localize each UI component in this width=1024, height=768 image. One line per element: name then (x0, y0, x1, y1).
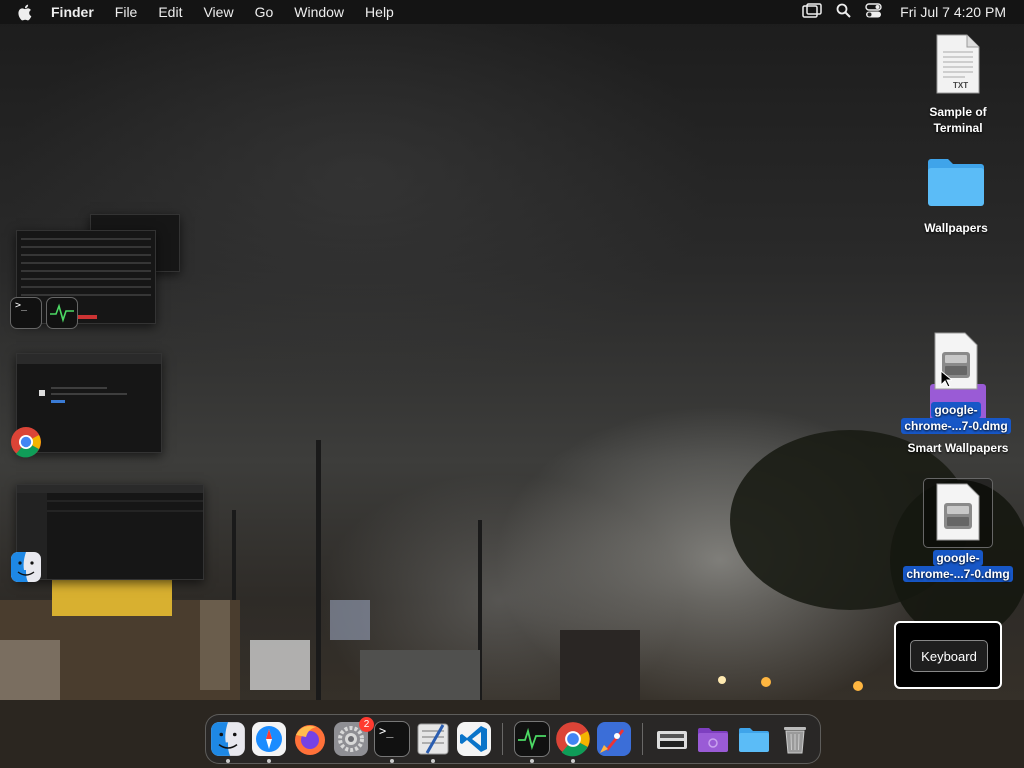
desktop-item-label: Wallpapers (924, 221, 988, 235)
folder-icon (925, 156, 987, 208)
running-indicator (571, 759, 575, 763)
running-indicator (226, 759, 230, 763)
window-thumbnail (16, 484, 204, 580)
mouse-cursor-icon (940, 369, 954, 391)
terminal-icon[interactable]: >_ (374, 721, 410, 757)
running-indicator (431, 759, 435, 763)
file-type-badge: TXT (953, 81, 969, 90)
dock: 2 >_ (205, 714, 821, 764)
chrome-icon[interactable] (555, 721, 591, 757)
menu-bar: Finder File Edit View Go Window Help Fri… (0, 0, 1024, 24)
desktop-item-google-chrome-dmg[interactable]: google- chrome-...7-0.dmg (896, 332, 1016, 434)
screen-mirroring-icon[interactable] (802, 3, 822, 21)
activity-monitor-icon[interactable] (514, 721, 550, 757)
desktop-item-label: Smart Wallpapers (907, 441, 1009, 455)
menu-window[interactable]: Window (294, 4, 344, 20)
running-indicator (530, 759, 534, 763)
dock-separator (502, 723, 503, 755)
script-editor-icon[interactable] (415, 721, 451, 757)
running-indicator (267, 759, 271, 763)
notification-badge: 2 (359, 717, 374, 732)
terminal-icon: >_ (10, 297, 42, 329)
desktop-item-label: chrome-...7-0.dmg (903, 566, 1013, 582)
vscode-icon[interactable] (456, 721, 492, 757)
desktop-item-label: google- (931, 402, 981, 418)
menu-file[interactable]: File (115, 4, 138, 20)
dmg-disk-icon (923, 478, 993, 548)
chrome-icon (10, 426, 41, 458)
downloads-stack-icon[interactable] (654, 721, 690, 757)
activity-monitor-icon (46, 297, 78, 329)
desktop-item-sample-of-terminal[interactable]: TXT Sample of Terminal (898, 34, 1018, 136)
keyboard-button[interactable]: Keyboard (910, 640, 988, 672)
firefox-icon[interactable] (292, 721, 328, 757)
menu-edit[interactable]: Edit (158, 4, 182, 20)
desktop-item-wallpapers[interactable]: Wallpapers (896, 156, 1016, 236)
spotlight-search-icon[interactable] (836, 3, 851, 21)
safari-icon[interactable] (251, 721, 287, 757)
running-indicator (390, 759, 394, 763)
system-settings-icon[interactable]: 2 (333, 717, 374, 757)
menu-go[interactable]: Go (255, 4, 274, 20)
desktop-item-google-chrome-dmg-2[interactable]: google- chrome-...7-0.dmg (898, 478, 1018, 582)
menu-app-finder[interactable]: Finder (51, 4, 94, 20)
rocket-app-icon[interactable] (596, 721, 632, 757)
desktop-item-label: google- (933, 550, 983, 566)
text-file-icon: TXT (935, 34, 981, 94)
folder-stack-icon[interactable] (695, 721, 731, 757)
folder-icon[interactable] (736, 721, 772, 757)
finder-icon (10, 551, 41, 582)
dock-separator (642, 723, 643, 755)
menu-help[interactable]: Help (365, 4, 394, 20)
desktop-item-label: Sample of (929, 105, 987, 119)
menu-clock[interactable]: Fri Jul 7 4:20 PM (900, 4, 1006, 20)
control-center-icon[interactable] (865, 3, 882, 21)
keyboard-viewer-panel[interactable]: Keyboard (894, 621, 1002, 689)
finder-icon[interactable] (210, 721, 246, 757)
apple-menu-icon[interactable] (17, 4, 35, 21)
menu-view[interactable]: View (203, 4, 233, 20)
desktop-item-label: Terminal (933, 121, 983, 135)
desktop-item-label: chrome-...7-0.dmg (901, 418, 1011, 434)
trash-icon[interactable] (777, 721, 813, 757)
